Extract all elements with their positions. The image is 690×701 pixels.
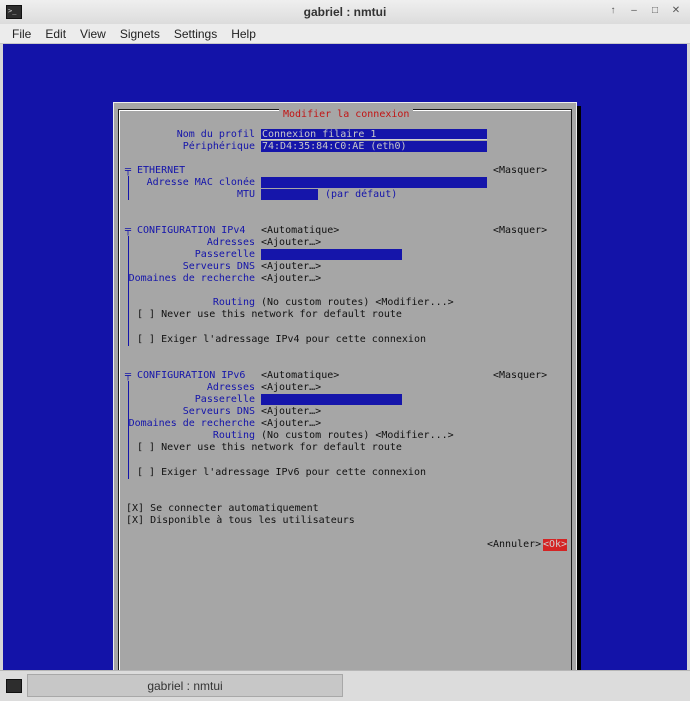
ipv4-mode-dropdown[interactable]: <Automatique> bbox=[261, 225, 339, 237]
ethernet-heading: ETHERNET bbox=[137, 165, 186, 176]
ipv6-routing-label: Routing bbox=[212, 430, 255, 441]
taskbar-terminal-icon bbox=[6, 679, 22, 693]
terminal-area[interactable]: Modifier la connexion Nom du profil Conn… bbox=[3, 44, 687, 670]
ipv6-add-search-domain-button[interactable]: <Ajouter…> bbox=[261, 418, 321, 430]
ipv4-heading: CONFIGURATION IPv4 bbox=[137, 225, 246, 236]
ipv4-require-checkbox[interactable]: [ ] Exiger l'adressage IPv4 pour cette c… bbox=[137, 334, 426, 346]
profile-name-label: Nom du profil bbox=[176, 129, 255, 140]
ipv4-routing-label: Routing bbox=[212, 297, 255, 308]
window-titlebar: >_ gabriel : nmtui ↑ – □ ✕ bbox=[0, 0, 690, 25]
edit-connection-dialog: Modifier la connexion Nom du profil Conn… bbox=[113, 102, 577, 670]
ipv6-search-domains-label: Domaines de recherche bbox=[128, 418, 255, 429]
ipv4-search-domains-label: Domaines de recherche bbox=[128, 273, 255, 284]
window-title: gabriel : nmtui bbox=[303, 5, 387, 19]
mtu-label: MTU bbox=[236, 189, 255, 200]
dialog-frame: Modifier la connexion Nom du profil Conn… bbox=[118, 109, 572, 670]
ipv6-addresses-label: Adresses bbox=[206, 382, 255, 393]
ipv6-add-address-button[interactable]: <Ajouter…> bbox=[261, 382, 321, 394]
taskbar-window-button[interactable]: gabriel : nmtui bbox=[27, 674, 343, 697]
device-input[interactable]: 74:D4:35:84:C0:AE (eth0) bbox=[261, 141, 487, 152]
taskbar: gabriel : nmtui bbox=[0, 670, 690, 701]
dialog-title: Modifier la connexion bbox=[279, 109, 414, 121]
ipv4-routing-edit-button[interactable]: (No custom routes) <Modifier...> bbox=[261, 297, 454, 309]
ipv4-gateway-input[interactable] bbox=[261, 249, 402, 260]
window-controls: ↑ – □ ✕ bbox=[607, 5, 682, 17]
ipv6-gateway-label: Passerelle bbox=[194, 394, 255, 405]
ipv6-dns-label: Serveurs DNS bbox=[182, 406, 255, 417]
ipv4-never-default-checkbox[interactable]: [ ] Never use this network for default r… bbox=[137, 309, 402, 321]
mtu-default-note: (par défaut) bbox=[325, 189, 398, 200]
ipv4-gateway-label: Passerelle bbox=[194, 249, 255, 260]
minimize-icon[interactable]: – bbox=[628, 5, 640, 17]
menu-help[interactable]: Help bbox=[224, 24, 263, 43]
mtu-input[interactable] bbox=[261, 189, 318, 200]
auto-connect-checkbox[interactable]: [X] Se connecter automatiquement bbox=[126, 503, 319, 515]
ipv6-require-checkbox[interactable]: [ ] Exiger l'adressage IPv6 pour cette c… bbox=[137, 467, 426, 479]
ipv6-routing-edit-button[interactable]: (No custom routes) <Modifier...> bbox=[261, 430, 454, 442]
menu-settings[interactable]: Settings bbox=[167, 24, 224, 43]
menu-view[interactable]: View bbox=[73, 24, 113, 43]
keep-above-icon[interactable]: ↑ bbox=[607, 5, 619, 17]
ipv4-add-dns-button[interactable]: <Ajouter…> bbox=[261, 261, 321, 273]
menu-bar: File Edit View Signets Settings Help bbox=[0, 24, 690, 44]
ipv6-heading: CONFIGURATION IPv6 bbox=[137, 370, 246, 381]
ipv6-never-default-checkbox[interactable]: [ ] Never use this network for default r… bbox=[137, 442, 402, 454]
ipv4-dns-label: Serveurs DNS bbox=[182, 261, 255, 272]
maximize-icon[interactable]: □ bbox=[649, 5, 661, 17]
ipv6-gateway-input[interactable] bbox=[261, 394, 402, 405]
cloned-mac-input[interactable] bbox=[261, 177, 487, 188]
profile-name-input[interactable]: Connexion filaire 1 bbox=[261, 129, 487, 140]
menu-file[interactable]: File bbox=[5, 24, 38, 43]
cancel-button[interactable]: <Annuler> bbox=[487, 539, 541, 551]
ipv4-add-search-domain-button[interactable]: <Ajouter…> bbox=[261, 273, 321, 285]
ethernet-hide-button[interactable]: <Masquer> bbox=[493, 165, 547, 177]
device-label: Périphérique bbox=[182, 141, 255, 152]
ipv4-addresses-label: Adresses bbox=[206, 237, 255, 248]
menu-bookmarks[interactable]: Signets bbox=[113, 24, 167, 43]
all-users-checkbox[interactable]: [X] Disponible à tous les utilisateurs bbox=[126, 515, 355, 527]
cloned-mac-label: Adresse MAC clonée bbox=[146, 177, 255, 188]
ipv6-add-dns-button[interactable]: <Ajouter…> bbox=[261, 406, 321, 418]
ipv6-mode-dropdown[interactable]: <Automatique> bbox=[261, 370, 339, 382]
menu-edit[interactable]: Edit bbox=[38, 24, 73, 43]
ipv4-add-address-button[interactable]: <Ajouter…> bbox=[261, 237, 321, 249]
close-icon[interactable]: ✕ bbox=[670, 5, 682, 17]
ok-button[interactable]: <Ok> bbox=[543, 539, 568, 551]
ipv4-hide-button[interactable]: <Masquer> bbox=[493, 225, 547, 237]
ipv6-hide-button[interactable]: <Masquer> bbox=[493, 370, 547, 382]
